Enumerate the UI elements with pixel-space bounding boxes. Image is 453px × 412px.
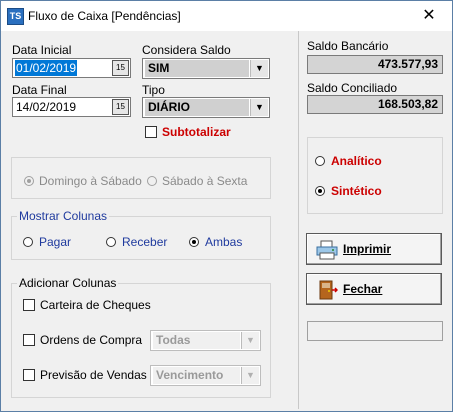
calendar-icon-text: 15 (116, 63, 125, 72)
exit-door-icon (319, 280, 338, 300)
saldo-conciliado-value: 168.503,82 (307, 95, 443, 114)
data-inicial-label: Data Inicial (12, 43, 72, 57)
data-inicial-field[interactable]: 01/02/2019 15 (12, 58, 131, 78)
tipo-label: Tipo (142, 83, 165, 97)
calendar-icon[interactable]: 15 (112, 99, 129, 115)
mostrar-colunas-title: Mostrar Colunas (17, 209, 110, 223)
receber-radio[interactable] (106, 237, 116, 247)
data-final-value: 14/02/2019 (16, 100, 77, 114)
saldo-bancario-value: 473.577,93 (307, 55, 443, 74)
printer-icon (316, 240, 338, 260)
modo-group (307, 137, 443, 214)
sintetico-radio[interactable] (315, 186, 325, 196)
sintetico-label[interactable]: Sintético (331, 184, 382, 198)
data-final-field[interactable]: 14/02/2019 15 (12, 97, 131, 117)
tipo-value: DIÁRIO (145, 99, 249, 116)
tipo-select[interactable]: DIÁRIO ▼ (142, 97, 270, 118)
data-final-label: Data Final (12, 83, 67, 97)
ordens-de-compra-value: Todas (153, 332, 240, 349)
sabado-a-sexta-radio[interactable] (147, 176, 157, 186)
previsao-de-vendas-checkbox[interactable] (23, 369, 35, 381)
pagar-label[interactable]: Pagar (39, 235, 71, 249)
close-button[interactable]: ✕ (406, 1, 452, 31)
ambas-radio[interactable] (189, 237, 199, 247)
subtotalizar-label[interactable]: Subtotalizar (162, 125, 231, 139)
close-icon: ✕ (422, 7, 436, 24)
previsao-de-vendas-select[interactable]: Vencimento ▼ (150, 365, 261, 386)
chevron-down-icon[interactable]: ▼ (241, 332, 259, 349)
calendar-icon[interactable]: 15 (112, 60, 129, 76)
imprimir-label: Imprimir (343, 242, 392, 256)
saldo-bancario-label: Saldo Bancário (307, 39, 389, 53)
considera-saldo-label: Considera Saldo (142, 43, 231, 57)
domingo-a-sabado-radio[interactable] (24, 176, 34, 186)
carteira-de-cheques-label[interactable]: Carteira de Cheques (40, 298, 151, 312)
saldo-conciliado-label: Saldo Conciliado (307, 81, 398, 95)
chevron-down-icon[interactable]: ▼ (250, 99, 268, 116)
receber-label[interactable]: Receber (122, 235, 167, 249)
carteira-de-cheques-checkbox[interactable] (23, 299, 35, 311)
analitico-label[interactable]: Analítico (331, 154, 382, 168)
sabado-a-sexta-label[interactable]: Sábado à Sexta (162, 174, 247, 188)
fechar-label: Fechar (343, 282, 383, 296)
fechar-button[interactable]: Fechar (306, 273, 442, 305)
previsao-de-vendas-label[interactable]: Previsão de Vendas (40, 368, 147, 382)
chevron-down-icon[interactable]: ▼ (250, 60, 268, 77)
subtotalizar-checkbox[interactable] (145, 126, 157, 138)
status-box (307, 321, 443, 341)
window-title: Fluxo de Caixa [Pendências] (28, 9, 181, 23)
adicionar-colunas-title: Adicionar Colunas (17, 276, 119, 290)
analitico-radio[interactable] (315, 156, 325, 166)
considera-saldo-select[interactable]: SIM ▼ (142, 58, 270, 79)
imprimir-button[interactable]: Imprimir (306, 233, 442, 265)
ordens-de-compra-checkbox[interactable] (23, 334, 35, 346)
previsao-de-vendas-value: Vencimento (153, 367, 240, 384)
ambas-label[interactable]: Ambas (205, 235, 242, 249)
data-inicial-value: 01/02/2019 (15, 60, 78, 76)
domingo-a-sabado-label[interactable]: Domingo à Sábado (39, 174, 142, 188)
fluxo-de-caixa-window: TS Fluxo de Caixa [Pendências] ✕ Data In… (0, 0, 453, 412)
ordens-de-compra-label[interactable]: Ordens de Compra (40, 333, 142, 347)
title-bar[interactable]: TS Fluxo de Caixa [Pendências] ✕ (1, 1, 452, 31)
pagar-radio[interactable] (23, 237, 33, 247)
app-icon: TS (7, 8, 24, 25)
considera-saldo-value: SIM (145, 60, 249, 77)
ordens-de-compra-select[interactable]: Todas ▼ (150, 330, 261, 351)
calendar-icon-text: 15 (116, 102, 125, 111)
chevron-down-icon[interactable]: ▼ (241, 367, 259, 384)
